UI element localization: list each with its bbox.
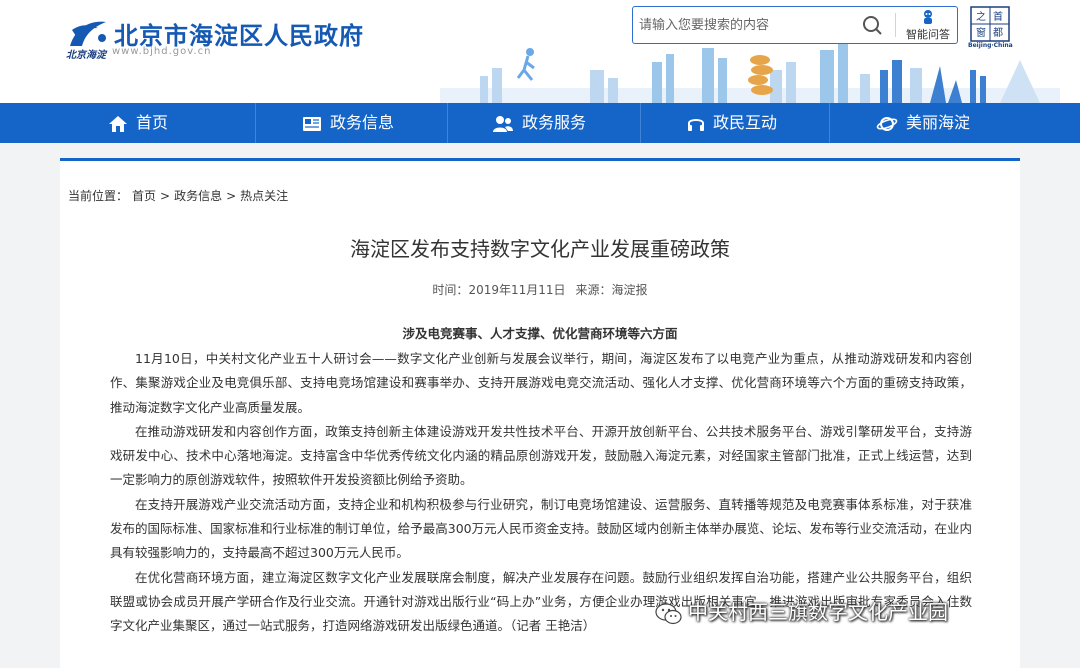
search-icon: [863, 16, 882, 35]
breadcrumb-home[interactable]: 首页: [132, 189, 156, 203]
breadcrumb-prefix: 当前位置：: [68, 189, 129, 203]
planet-icon: [876, 116, 898, 131]
users-icon: [493, 115, 513, 132]
nav-item-label: 首页: [136, 113, 169, 132]
wechat-icon: [655, 602, 682, 624]
article-paragraph: 在支持开展游戏产业交流活动方面，支持企业和机构积极参与行业研究，制订电竞场馆建设…: [110, 496, 972, 561]
search-box: 智能问答: [632, 6, 958, 44]
main-navigation: 首页 政务信息 政务服务 政民互动 美丽海淀: [0, 103, 1080, 143]
article-subtitle: 涉及电竞赛事、人才支撑、优化营商环境等六方面: [402, 326, 678, 341]
site-logo[interactable]: 北京市海淀区人民政府 北京海淀 www.bjhd.gov.cn: [66, 14, 426, 64]
breadcrumb-separator: >: [160, 189, 171, 203]
nav-item-gov-info[interactable]: 政务信息: [302, 103, 394, 143]
search-button[interactable]: [855, 11, 889, 39]
date-label: 时间：: [432, 283, 469, 297]
search-input[interactable]: [639, 13, 849, 37]
breadcrumb-gov-info[interactable]: 政务信息: [174, 189, 222, 203]
article-body: 11月10日，中关村文化产业五十人研讨会——数字文化产业创新与发展会议举行，期间…: [110, 347, 972, 639]
city-skyline-illustration: [440, 44, 1060, 103]
breadcrumb: 当前位置： 首页 > 政务信息 > 热点关注: [68, 187, 292, 204]
source-label: 来源：: [575, 283, 612, 297]
article-meta: 时间：2019年11月11日 来源：海淀报: [60, 281, 1020, 298]
badge-char-4: 窗: [976, 26, 986, 39]
nav-separator: [255, 103, 256, 143]
nav-separator: [447, 103, 448, 143]
smart-qa-label: 智能问答: [906, 28, 950, 41]
home-icon: [109, 115, 127, 132]
badge-char-1: 首: [993, 10, 1003, 23]
article-paragraph: 在推动游戏研发和内容创作方面，政策支持创新主体建设游戏开发共性技术平台、开源开放…: [110, 423, 972, 488]
nav-item-beautiful-haidian[interactable]: 美丽海淀: [876, 103, 970, 143]
article-source: 海淀报: [611, 283, 648, 297]
article-paragraph: 11月10日，中关村文化产业五十人研讨会——数字文化产业创新与发展会议举行，期间…: [110, 351, 972, 415]
search-divider: [895, 13, 896, 37]
nav-item-gov-service[interactable]: 政务服务: [492, 103, 586, 143]
headset-icon: [688, 118, 704, 131]
article-container: 当前位置： 首页 > 政务信息 > 热点关注 海淀区发布支持数字文化产业发展重磅政策 时间…: [60, 158, 1020, 668]
site-header: 北京市海淀区人民政府 北京海淀 www.bjhd.gov.cn 请输入您要搜索的…: [0, 0, 1080, 103]
article-title: 海淀区发布支持数字文化产业发展重磅政策: [350, 237, 730, 261]
watermark-text: 中关村西三旗数字文化产业园: [688, 600, 948, 624]
nav-gap: [0, 143, 1080, 158]
article-date: 2019年11月11日: [468, 283, 566, 297]
nav-item-label: 政民互动: [713, 113, 778, 132]
smart-qa-button[interactable]: 智能问答: [899, 8, 957, 42]
capital-badge-subtitle: Beijing·China: [968, 42, 1013, 49]
nav-item-home[interactable]: 首页: [108, 103, 168, 143]
nav-item-label: 美丽海淀: [906, 113, 971, 132]
nav-separator: [640, 103, 641, 143]
badge-char-2: 都: [993, 27, 1003, 39]
nav-item-interaction[interactable]: 政民互动: [687, 103, 777, 143]
badge-char-3: 之: [976, 10, 986, 23]
breadcrumb-hot-topics[interactable]: 热点关注: [240, 189, 288, 203]
breadcrumb-separator: >: [226, 189, 237, 203]
nav-item-label: 政务信息: [330, 113, 395, 132]
news-icon: [303, 116, 321, 131]
nav-separator: [829, 103, 830, 143]
nav-item-label: 政务服务: [522, 113, 587, 132]
robot-icon: [924, 10, 932, 24]
logo-subtitle: 北京海淀: [66, 50, 106, 61]
wechat-watermark: 中关村西三旗数字文化产业园: [654, 596, 948, 626]
site-domain: www.bjhd.gov.cn: [112, 46, 212, 57]
